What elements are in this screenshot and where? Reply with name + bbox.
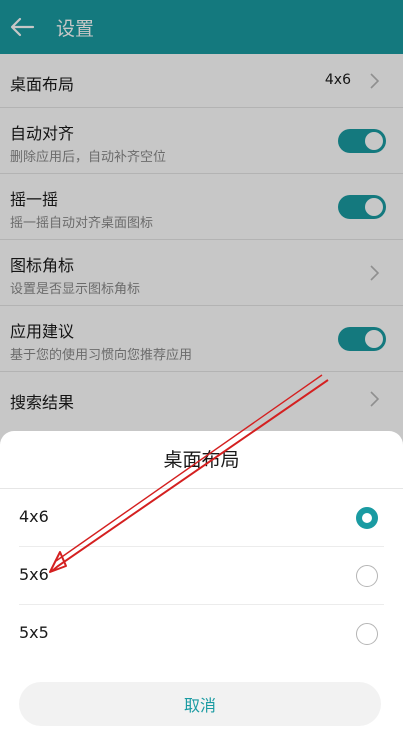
cancel-button[interactable]: 取消 xyxy=(19,682,381,726)
dialog-title: 桌面布局 xyxy=(163,449,240,471)
layout-dialog: 桌面布局 4x6 5x6 5x5 取消 xyxy=(0,431,403,741)
option-4x6[interactable]: 4x6 xyxy=(0,489,403,547)
option-label: 4x6 xyxy=(19,507,49,526)
option-5x5[interactable]: 5x5 xyxy=(0,605,403,663)
option-label: 5x6 xyxy=(19,565,49,584)
option-5x6[interactable]: 5x6 xyxy=(0,547,403,605)
radio-selected-icon[interactable] xyxy=(356,507,378,529)
radio-unselected-icon[interactable] xyxy=(356,623,378,645)
option-label: 5x5 xyxy=(19,623,49,642)
radio-unselected-icon[interactable] xyxy=(356,565,378,587)
